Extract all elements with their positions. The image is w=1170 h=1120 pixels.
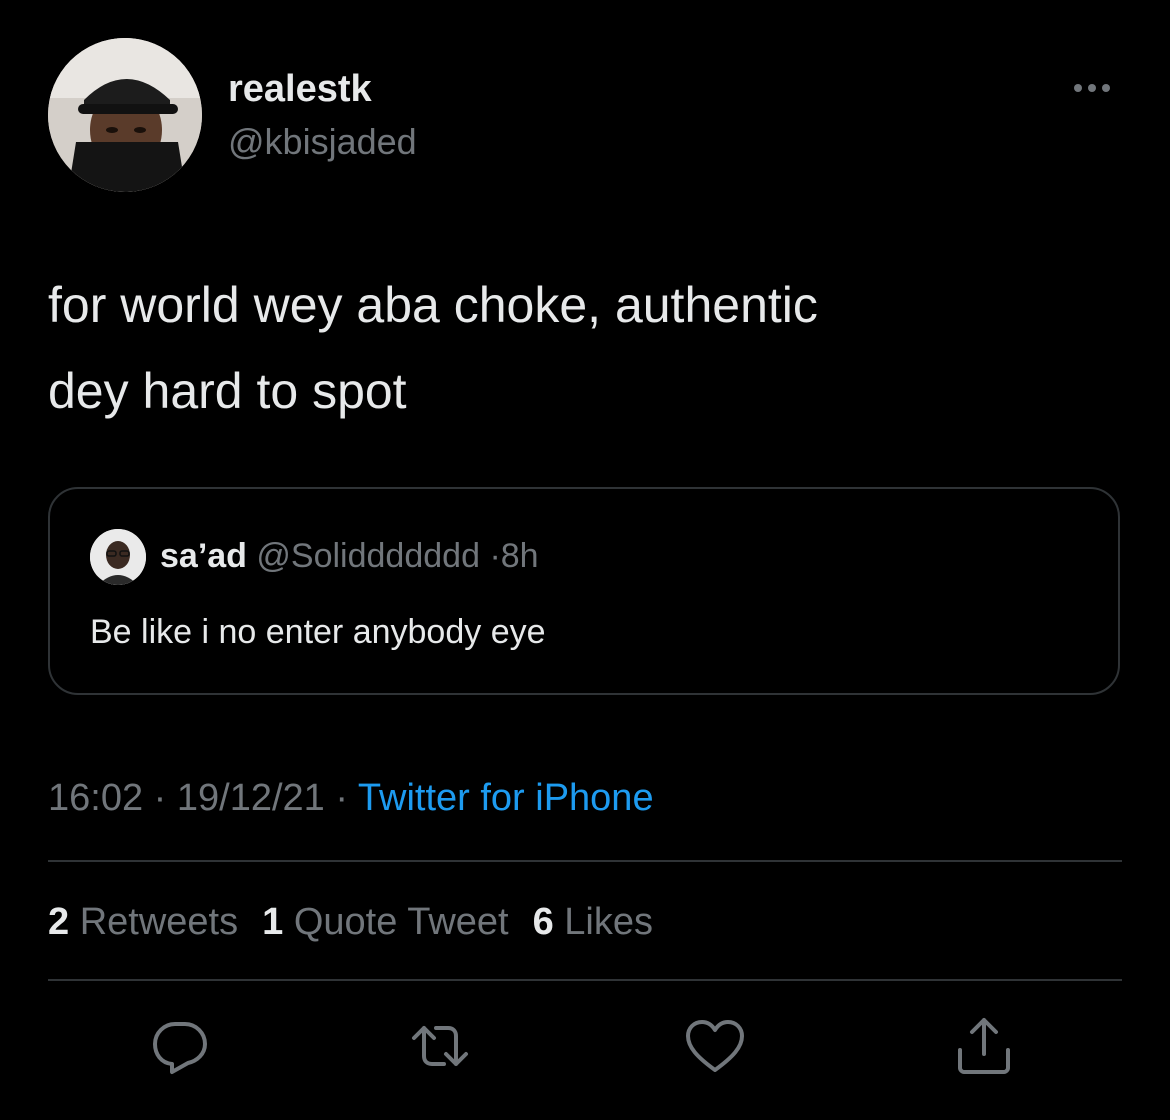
quoted-tweet-card[interactable]: sa’ad @Soliddddddd ·8h Be like i no ente… (48, 487, 1120, 695)
quote-tweets-label: Quote Tweet (293, 901, 509, 943)
tweet-time: 16:02 (48, 777, 144, 819)
divider (48, 860, 1122, 862)
retweets-count: 2 (48, 901, 70, 943)
tweet-text-line: for world wey aba choke, authentic (48, 277, 818, 333)
tweet-source-link[interactable]: Twitter for iPhone (358, 777, 654, 819)
quoted-timestamp: 8h (500, 537, 539, 575)
meta-separator: · (335, 777, 349, 819)
meta-separator: · (153, 777, 167, 819)
share-icon (958, 1018, 1010, 1074)
retweets-label: Retweets (79, 901, 239, 943)
tweet-text: for world wey aba choke, authentic dey h… (48, 262, 1118, 434)
reply-icon (153, 1022, 207, 1074)
author-name[interactable]: realestk (228, 66, 372, 112)
retweets-stat[interactable]: 2 Retweets (48, 898, 238, 946)
quoted-tweet-text: Be like i no enter anybody eye (90, 613, 546, 651)
quoted-separator: · (489, 537, 501, 575)
quoted-author-handle[interactable]: @Soliddddddd (256, 537, 480, 575)
quoted-avatar-photo (90, 529, 146, 585)
share-button[interactable] (952, 1014, 1016, 1078)
retweet-icon (412, 1026, 468, 1066)
quote-tweets-count: 1 (262, 901, 284, 943)
like-button[interactable] (683, 1014, 747, 1078)
tweet-text-line: dey hard to spot (48, 363, 407, 419)
tweet-date: 19/12/21 (176, 777, 325, 819)
avatar-photo (48, 38, 202, 192)
likes-label: Likes (564, 901, 654, 943)
likes-count: 6 (532, 901, 554, 943)
author-handle[interactable]: @kbisjaded (228, 120, 417, 164)
likes-stat[interactable]: 6 Likes (533, 898, 653, 946)
quoted-author-avatar[interactable] (90, 529, 146, 585)
tweet-meta: 16:02 · 19/12/21 · Twitter for iPhone (48, 774, 654, 822)
more-icon[interactable] (1068, 76, 1116, 100)
retweet-button[interactable] (408, 1014, 472, 1078)
tweet-stats: 2 Retweets 1 Quote Tweet 6 Likes (48, 898, 677, 946)
tweet-detail: realestk @kbisjaded for world wey aba ch… (0, 0, 1170, 1120)
author-avatar[interactable] (48, 38, 202, 192)
divider (48, 979, 1122, 981)
quoted-tweet-header: sa’ad @Soliddddddd ·8h (160, 535, 539, 577)
reply-button[interactable] (148, 1014, 212, 1078)
quote-tweets-stat[interactable]: 1 Quote Tweet (262, 898, 508, 946)
like-icon (686, 1020, 744, 1072)
quoted-author-name[interactable]: sa’ad (160, 537, 247, 575)
